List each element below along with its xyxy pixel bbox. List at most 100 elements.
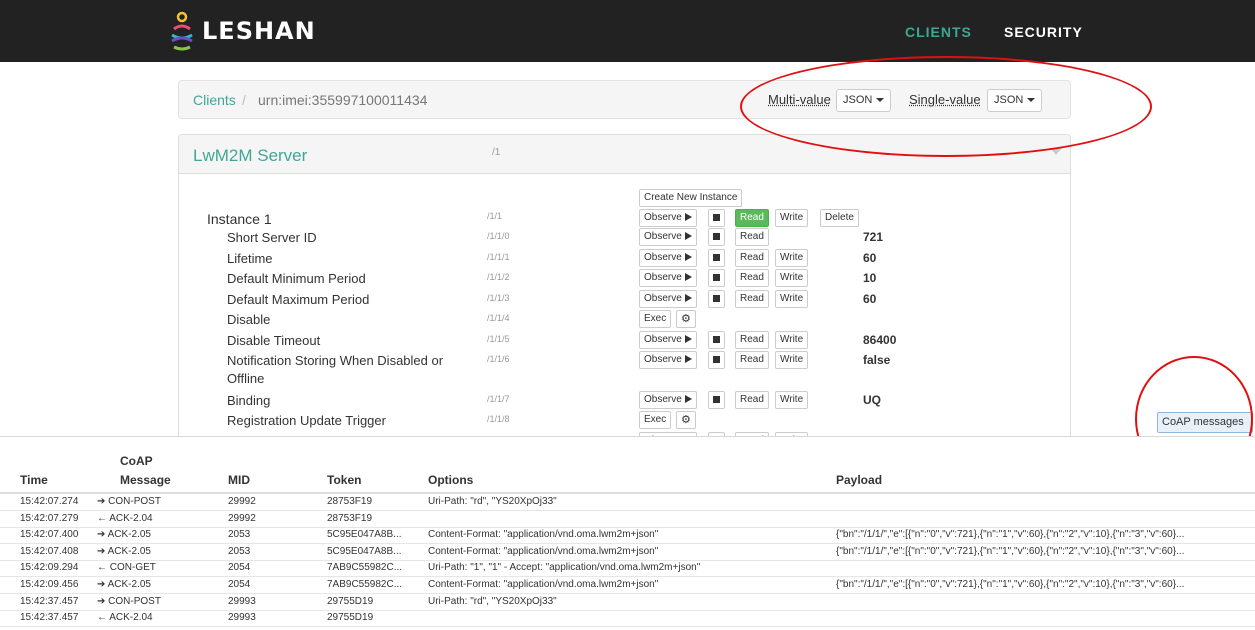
resource-observe-button[interactable]: Observe bbox=[639, 269, 697, 287]
resource-observe-button[interactable]: Observe bbox=[639, 331, 697, 349]
coap-messages-button[interactable]: CoAP messages bbox=[1157, 412, 1253, 433]
log-row[interactable]: 15:42:07.400 ➔ ACK-2.05 2053 5C95E047A8B… bbox=[0, 527, 1255, 545]
resource-observe-button[interactable]: Observe bbox=[639, 228, 697, 246]
log-header-time[interactable]: Time bbox=[20, 473, 48, 487]
resource-read-button[interactable]: Read bbox=[735, 391, 769, 409]
instance-delete-button[interactable]: Delete bbox=[820, 209, 859, 227]
resource-read-button[interactable]: Read bbox=[735, 269, 769, 287]
resource-observe-button[interactable]: Observe bbox=[639, 249, 697, 267]
observe-label: Observe bbox=[644, 252, 682, 263]
instance-read-button[interactable]: Read bbox=[735, 209, 769, 227]
create-new-instance-button[interactable]: Create New Instance bbox=[639, 189, 743, 207]
log-message-type: ACK-2.05 bbox=[107, 545, 151, 557]
instance-stop-observe-button[interactable] bbox=[708, 209, 725, 227]
stop-icon bbox=[713, 355, 720, 363]
log-row[interactable]: 15:42:07.274 ➔ CON-POST 29992 28753F19 U… bbox=[0, 494, 1255, 511]
multi-value-format-dropdown[interactable]: JSON bbox=[836, 89, 892, 112]
resource-value: UQ bbox=[863, 393, 881, 407]
resource-read-button[interactable]: Read bbox=[735, 228, 769, 246]
read-label: Read bbox=[740, 293, 764, 304]
resource-write-button[interactable]: Write bbox=[775, 269, 809, 287]
log-message-type: CON-POST bbox=[108, 496, 161, 507]
breadcrumb-clients-link[interactable]: Clients bbox=[193, 92, 236, 108]
log-row[interactable]: 15:42:07.279 ← ACK-2.04 29992 28753F19 bbox=[0, 511, 1255, 528]
resource-read-button[interactable]: Read bbox=[735, 351, 769, 369]
resource-write-button[interactable]: Write bbox=[775, 290, 809, 308]
resource-value: 60 bbox=[863, 292, 877, 306]
log-message: ➔ CON-POST bbox=[97, 496, 197, 507]
resource-exec-button[interactable]: Exec bbox=[639, 310, 672, 328]
resource-value: 86400 bbox=[863, 333, 897, 347]
log-message-type: ACK-2.05 bbox=[107, 579, 151, 590]
resource-observe-button[interactable]: Observe bbox=[639, 391, 697, 409]
object-panel-header[interactable]: LwM2M Server /1 bbox=[179, 135, 1070, 174]
single-value-label: Single-value bbox=[909, 92, 981, 107]
log-message-type: ACK-2.04 bbox=[109, 512, 153, 524]
resource-path: /1/1/2 bbox=[487, 272, 510, 282]
log-header-token[interactable]: Token bbox=[327, 473, 361, 487]
resource-stop-observe-button[interactable] bbox=[708, 249, 725, 267]
stop-icon bbox=[713, 253, 720, 261]
log-row[interactable]: 15:42:07.408 ➔ ACK-2.05 2053 5C95E047A8B… bbox=[0, 544, 1255, 561]
resource-write-button[interactable]: Write bbox=[775, 391, 809, 409]
resource-path: /1/1/7 bbox=[487, 394, 510, 404]
resource-value: false bbox=[863, 353, 891, 367]
resource-stop-observe-button[interactable] bbox=[708, 391, 725, 409]
log-row[interactable]: 15:42:37.457 ➔ CON-POST 29993 29755D19 U… bbox=[0, 594, 1255, 611]
resource-read-button[interactable]: Read bbox=[735, 331, 769, 349]
chevron-down-icon[interactable] bbox=[1050, 148, 1062, 155]
breadcrumb-separator: / bbox=[242, 92, 246, 108]
log-row[interactable]: 15:42:37.457 ← ACK-2.04 29993 29755D19 bbox=[0, 610, 1255, 628]
log-options: Uri-Path: "rd", "YS20XpOj33" bbox=[428, 496, 557, 507]
resource-write-button[interactable]: Write bbox=[775, 249, 809, 267]
instance-observe-button[interactable]: Observe bbox=[639, 209, 697, 227]
log-mid: 29993 bbox=[228, 612, 256, 624]
play-icon bbox=[684, 335, 692, 344]
resource-path: /1/1/3 bbox=[487, 293, 510, 303]
resource-write-button[interactable]: Write bbox=[775, 331, 809, 349]
leshan-logo-icon bbox=[171, 11, 193, 51]
brand-logo[interactable]: LESHAN bbox=[168, 8, 316, 54]
log-token: 28753F19 bbox=[327, 496, 373, 507]
resource-exec-button[interactable]: Exec bbox=[639, 411, 672, 429]
resource-name: Default Minimum Period bbox=[227, 271, 366, 286]
resource-stop-observe-button[interactable] bbox=[708, 228, 725, 246]
log-header-message-line1[interactable]: CoAP bbox=[120, 454, 153, 468]
resource-observe-button[interactable]: Observe bbox=[639, 290, 697, 308]
log-payload: {"bn":"/1/1/","e":[{"n":"0","v":721},{"n… bbox=[836, 529, 1185, 541]
stop-icon bbox=[713, 273, 720, 281]
resource-stop-observe-button[interactable] bbox=[708, 331, 725, 349]
resource-read-button[interactable]: Read bbox=[735, 290, 769, 308]
log-mid: 2053 bbox=[228, 529, 251, 541]
log-header-options[interactable]: Options bbox=[428, 473, 473, 487]
log-options: Content-Format: "application/vnd.oma.lwm… bbox=[428, 545, 659, 557]
resource-stop-observe-button[interactable] bbox=[708, 290, 725, 308]
resource-path: /1/1/4 bbox=[487, 313, 510, 323]
nav-clients-link[interactable]: CLIENTS bbox=[905, 24, 972, 40]
single-value-format-dropdown[interactable]: JSON bbox=[987, 89, 1043, 112]
log-options: Content-Format: "application/vnd.oma.lwm… bbox=[428, 529, 659, 541]
nav-security-link[interactable]: SECURITY bbox=[1004, 24, 1083, 40]
resource-write-button[interactable]: Write bbox=[775, 351, 809, 369]
resource-stop-observe-button[interactable] bbox=[708, 269, 725, 287]
log-header-payload[interactable]: Payload bbox=[836, 473, 882, 487]
stop-icon bbox=[713, 294, 720, 302]
write-label: Write bbox=[780, 334, 804, 345]
log-row[interactable]: 15:42:09.456 ➔ ACK-2.05 2054 7AB9C55982C… bbox=[0, 577, 1255, 594]
resource-exec-options-button[interactable]: ⚙ bbox=[676, 411, 696, 429]
log-header-message-line2[interactable]: Message bbox=[120, 473, 171, 487]
resource-stop-observe-button[interactable] bbox=[708, 351, 725, 369]
gear-icon: ⚙ bbox=[681, 313, 691, 325]
log-header-mid[interactable]: MID bbox=[228, 473, 250, 487]
resource-exec-options-button[interactable]: ⚙ bbox=[676, 310, 696, 328]
log-mid: 29992 bbox=[228, 512, 256, 524]
resource-read-button[interactable]: Read bbox=[735, 249, 769, 267]
resource-observe-button[interactable]: Observe bbox=[639, 351, 697, 369]
log-payload: {"bn":"/1/1/","e":[{"n":"0","v":721},{"n… bbox=[836, 579, 1185, 590]
log-row[interactable]: 15:42:09.294 ← CON-GET 2054 7AB9C55982C.… bbox=[0, 560, 1255, 578]
resource-name: Disable bbox=[227, 312, 271, 327]
log-token: 7AB9C55982C... bbox=[327, 579, 403, 590]
log-time: 15:42:07.279 bbox=[20, 512, 79, 524]
log-message: ➔ ACK-2.05 bbox=[97, 546, 197, 557]
instance-write-button[interactable]: Write bbox=[775, 209, 809, 227]
